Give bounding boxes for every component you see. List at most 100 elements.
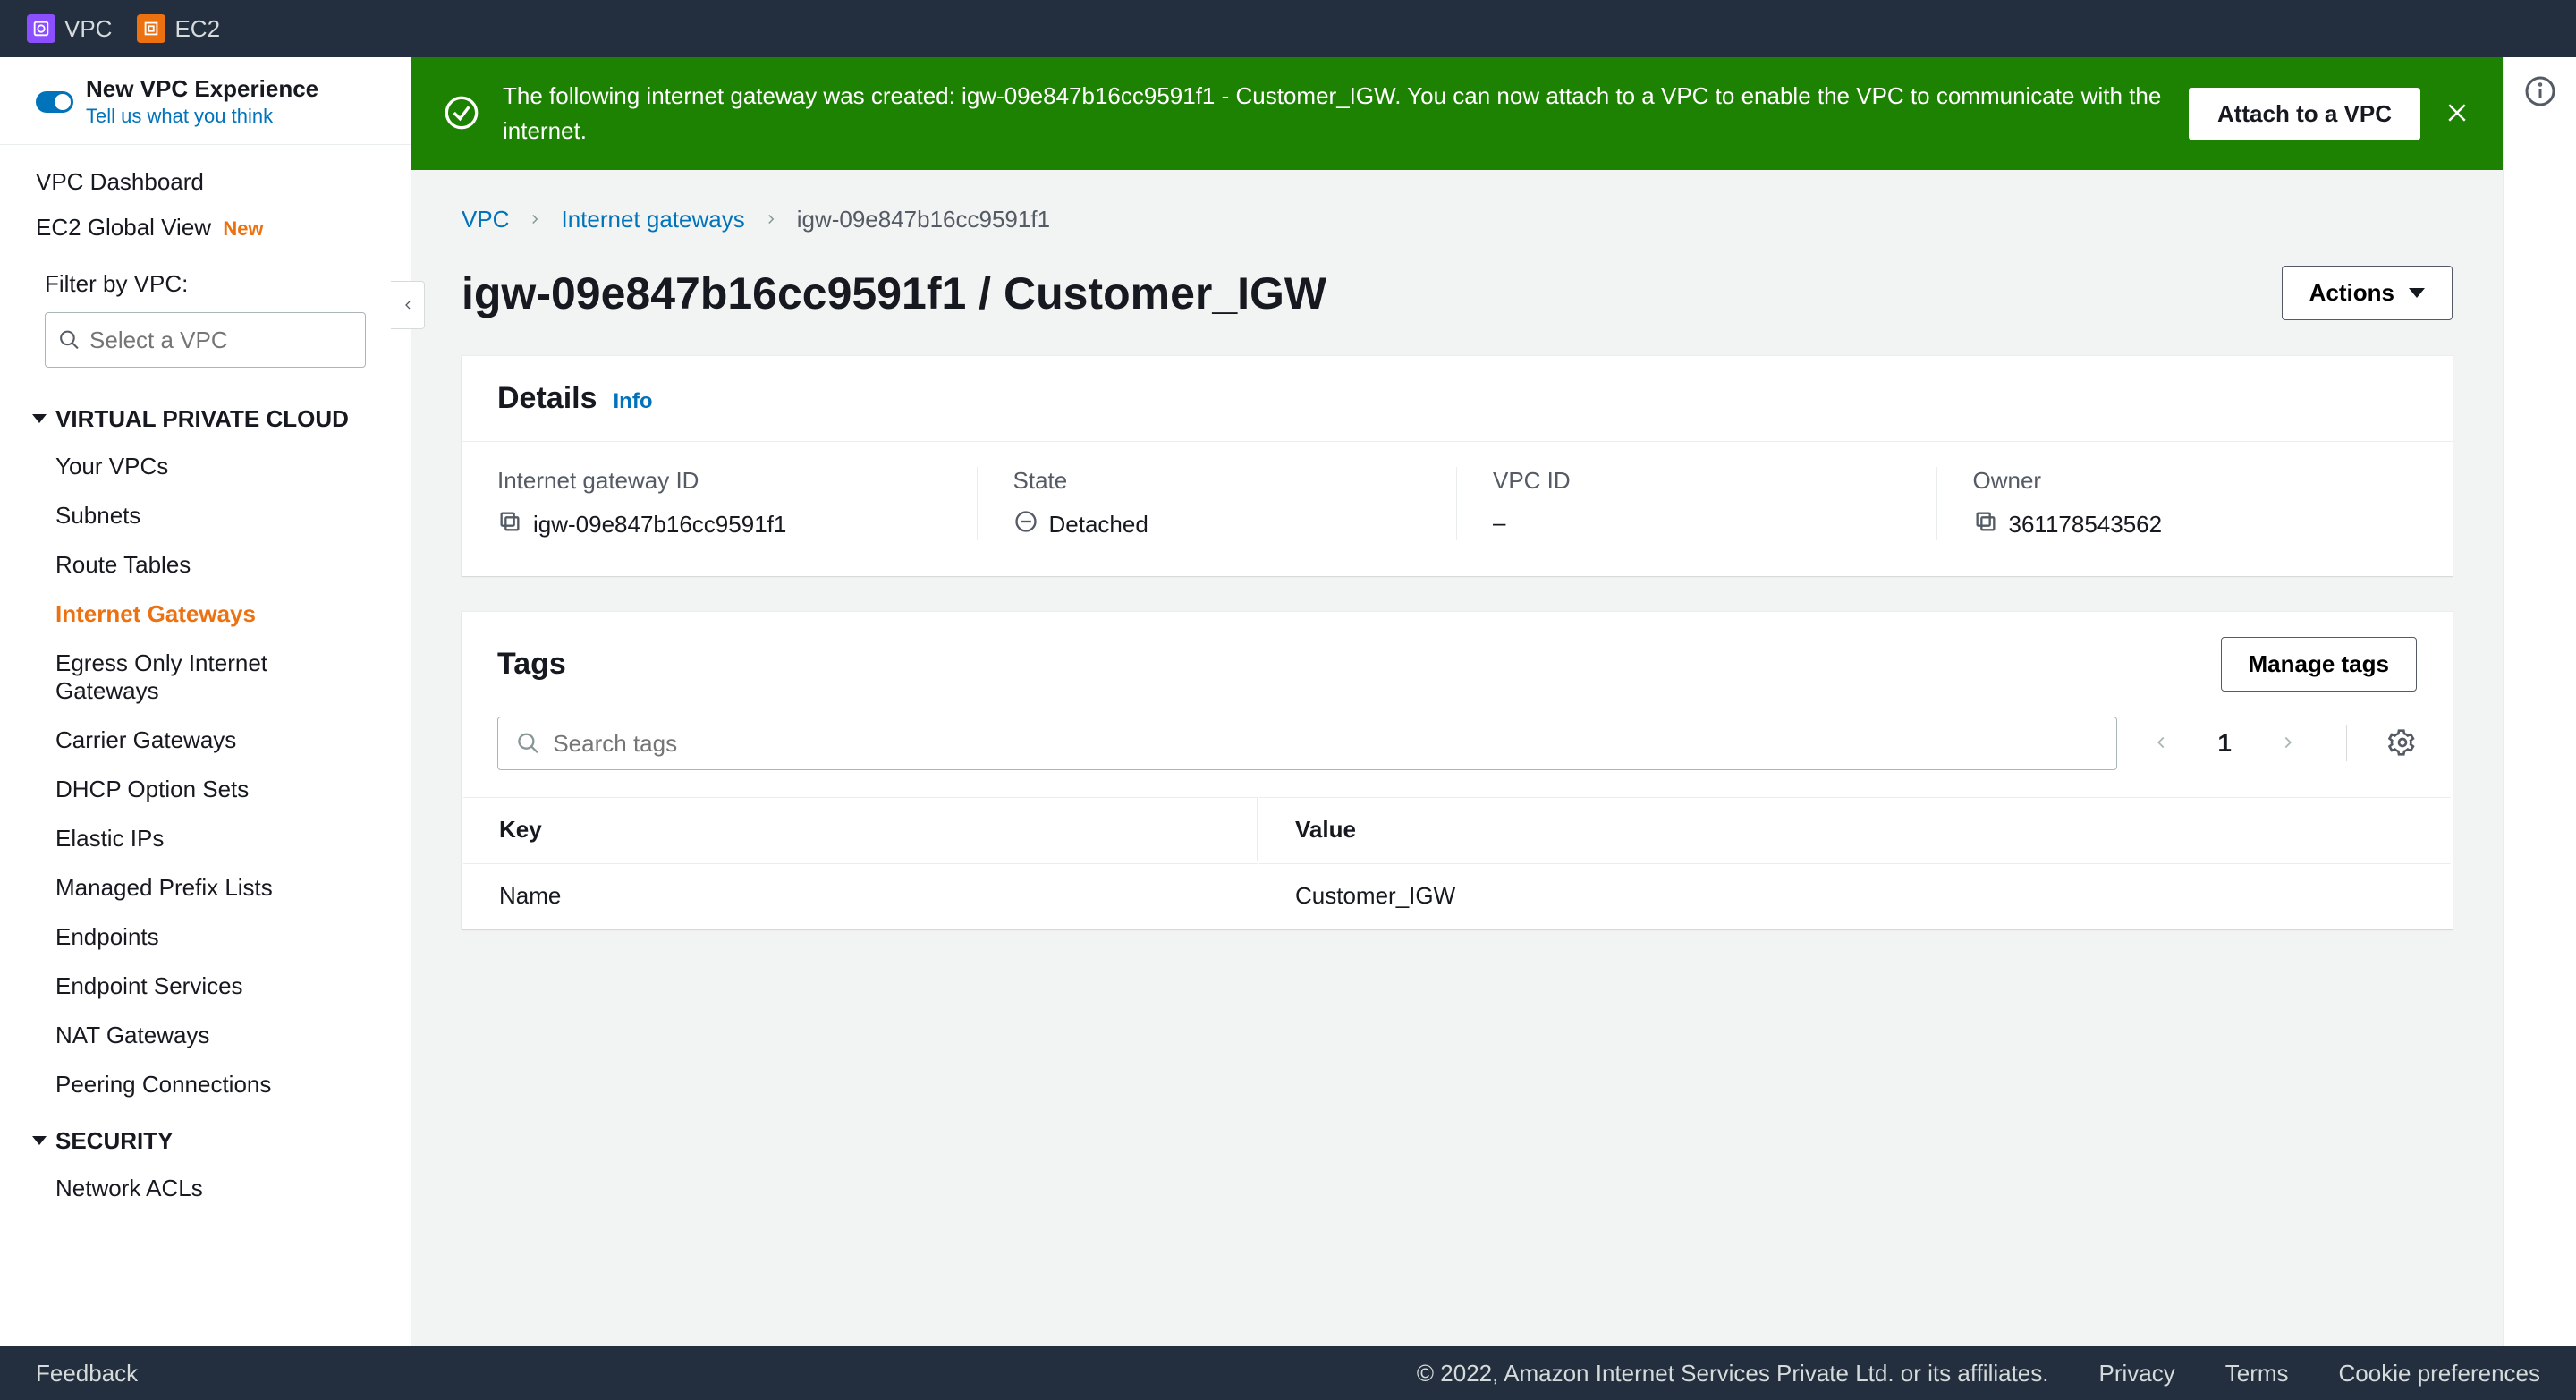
tags-table: Key Value Name Customer_IGW xyxy=(462,795,2453,929)
owner-value: 361178543562 xyxy=(2009,511,2163,539)
owner-label: Owner xyxy=(1973,467,2382,495)
tags-search[interactable] xyxy=(497,717,2117,770)
feedback-link[interactable]: Tell us what you think xyxy=(86,105,318,128)
table-settings-button[interactable] xyxy=(2388,728,2417,759)
close-icon xyxy=(2444,99,2470,126)
detached-state-icon xyxy=(1013,509,1038,540)
sidebar-item-carrier-gateways[interactable]: Carrier Gateways xyxy=(0,716,411,765)
nav-service-ec2-label: EC2 xyxy=(174,15,220,43)
igw-id-value: igw-09e847b16cc9591f1 xyxy=(533,511,786,539)
vpc-service-icon xyxy=(27,14,55,43)
footer: Feedback © 2022, Amazon Internet Service… xyxy=(0,1346,2576,1400)
sidebar-item-nat-gateways[interactable]: NAT Gateways xyxy=(0,1011,411,1060)
sidebar-item-dhcp-option-sets[interactable]: DHCP Option Sets xyxy=(0,765,411,814)
details-panel: Details Info Internet gateway ID igw-09e… xyxy=(462,356,2453,576)
ec2-service-icon xyxy=(137,14,165,43)
footer-cookies[interactable]: Cookie preferences xyxy=(2339,1360,2540,1387)
top-nav: VPC EC2 xyxy=(0,0,2576,57)
divider xyxy=(2346,725,2347,761)
sidebar-item-managed-prefix-lists[interactable]: Managed Prefix Lists xyxy=(0,863,411,912)
igw-id-label: Internet gateway ID xyxy=(497,467,941,495)
chevron-left-icon xyxy=(401,298,415,312)
actions-label: Actions xyxy=(2309,279,2394,307)
help-panel xyxy=(2503,57,2576,1346)
sidebar-item-endpoint-services[interactable]: Endpoint Services xyxy=(0,962,411,1011)
col-header-key[interactable]: Key xyxy=(463,797,1258,861)
table-row: Name Customer_IGW xyxy=(463,863,2451,928)
sidebar-item-network-acls[interactable]: Network ACLs xyxy=(0,1164,411,1213)
footer-feedback[interactable]: Feedback xyxy=(36,1360,138,1387)
sidebar-item-dashboard[interactable]: VPC Dashboard xyxy=(0,145,411,205)
sidebar-item-peering-connections[interactable]: Peering Connections xyxy=(0,1060,411,1109)
filter-by-vpc-label: Filter by VPC: xyxy=(0,250,411,307)
filter-vpc-search[interactable] xyxy=(45,312,366,368)
pager-next-button[interactable] xyxy=(2271,725,2305,762)
new-experience-title: New VPC Experience xyxy=(86,75,318,103)
tags-panel: Tags Manage tags 1 xyxy=(462,612,2453,929)
page-title: igw-09e847b16cc9591f1 / Customer_IGW xyxy=(462,267,1326,319)
caret-down-icon xyxy=(32,414,47,423)
chevron-right-icon xyxy=(527,206,543,233)
section-security-label: SECURITY xyxy=(55,1127,173,1155)
sidebar-item-subnets[interactable]: Subnets xyxy=(0,491,411,540)
search-icon xyxy=(58,327,80,352)
details-info-link[interactable]: Info xyxy=(614,389,653,414)
caret-down-icon xyxy=(2409,288,2425,298)
section-header-security[interactable]: SECURITY xyxy=(0,1109,411,1164)
tags-search-input[interactable] xyxy=(553,730,2098,758)
global-view-label: EC2 Global View xyxy=(36,214,211,241)
caret-down-icon xyxy=(32,1136,47,1145)
chevron-right-icon xyxy=(763,206,779,233)
table-header-row: Key Value xyxy=(463,797,2451,861)
state-label: State xyxy=(1013,467,1421,495)
copy-icon[interactable] xyxy=(1973,509,1998,540)
sidebar-item-global-view[interactable]: EC2 Global View New xyxy=(0,205,411,250)
info-icon[interactable] xyxy=(2524,75,2556,1346)
vpc-id-value: – xyxy=(1493,509,1505,537)
pager-page: 1 xyxy=(2205,729,2244,758)
search-icon xyxy=(516,731,540,756)
breadcrumb-internet-gateways[interactable]: Internet gateways xyxy=(561,206,744,233)
main-area: The following internet gateway was creat… xyxy=(411,57,2576,1346)
success-check-icon xyxy=(444,95,479,133)
tags-title: Tags xyxy=(497,647,566,682)
breadcrumb: VPC Internet gateways igw-09e847b16cc959… xyxy=(462,206,2453,233)
sidebar-collapse-handle[interactable] xyxy=(391,281,425,329)
tag-key-cell: Name xyxy=(463,863,1258,928)
new-experience-toggle-row: New VPC Experience Tell us what you thin… xyxy=(0,57,411,145)
new-badge: New xyxy=(223,217,263,240)
new-experience-toggle[interactable] xyxy=(36,91,73,113)
page-header: igw-09e847b16cc9591f1 / Customer_IGW Act… xyxy=(462,266,2453,320)
sidebar-item-your-vpcs[interactable]: Your VPCs xyxy=(0,442,411,491)
nav-service-vpc-label: VPC xyxy=(64,15,112,43)
sidebar: New VPC Experience Tell us what you thin… xyxy=(0,57,411,1346)
section-header-vpc[interactable]: VIRTUAL PRIVATE CLOUD xyxy=(0,387,411,442)
manage-tags-button[interactable]: Manage tags xyxy=(2221,637,2418,692)
actions-button[interactable]: Actions xyxy=(2282,266,2453,320)
footer-copyright: © 2022, Amazon Internet Services Private… xyxy=(1417,1360,2049,1387)
vpc-id-label: VPC ID xyxy=(1493,467,1901,495)
details-title: Details xyxy=(497,381,597,416)
sidebar-item-egress-only[interactable]: Egress Only Internet Gateways xyxy=(0,639,411,716)
breadcrumb-current: igw-09e847b16cc9591f1 xyxy=(797,206,1050,233)
sidebar-item-elastic-ips[interactable]: Elastic IPs xyxy=(0,814,411,863)
state-value: Detached xyxy=(1049,511,1148,539)
banner-close-button[interactable] xyxy=(2444,99,2470,129)
footer-terms[interactable]: Terms xyxy=(2225,1360,2289,1387)
success-banner: The following internet gateway was creat… xyxy=(411,57,2503,170)
sidebar-item-internet-gateways[interactable]: Internet Gateways xyxy=(0,590,411,639)
banner-text: The following internet gateway was creat… xyxy=(503,79,2165,148)
sidebar-item-endpoints[interactable]: Endpoints xyxy=(0,912,411,962)
footer-privacy[interactable]: Privacy xyxy=(2099,1360,2175,1387)
tag-value-cell: Customer_IGW xyxy=(1259,863,2451,928)
breadcrumb-vpc[interactable]: VPC xyxy=(462,206,509,233)
pager-prev-button[interactable] xyxy=(2144,725,2178,762)
section-vpc-label: VIRTUAL PRIVATE CLOUD xyxy=(55,405,349,433)
filter-vpc-input[interactable] xyxy=(89,327,352,354)
nav-service-vpc[interactable]: VPC xyxy=(27,14,112,43)
attach-to-vpc-button[interactable]: Attach to a VPC xyxy=(2189,88,2420,140)
copy-icon[interactable] xyxy=(497,509,522,540)
nav-service-ec2[interactable]: EC2 xyxy=(137,14,220,43)
col-header-value[interactable]: Value xyxy=(1259,797,2451,861)
sidebar-item-route-tables[interactable]: Route Tables xyxy=(0,540,411,590)
